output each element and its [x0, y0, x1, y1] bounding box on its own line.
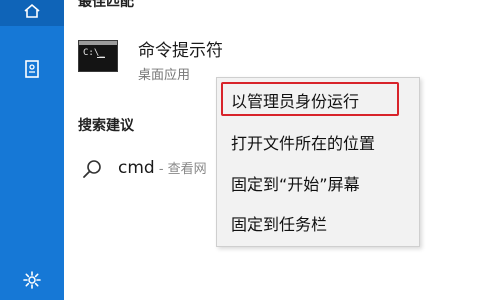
settings-button[interactable]: [0, 264, 64, 300]
start-left-rail: [0, 0, 64, 300]
gear-icon: [22, 270, 42, 294]
home-icon: [23, 3, 41, 23]
start-menu-search: 最佳匹配 C:\_ 命令提示符 桌面应用 搜索建议 cmd - 查看网 以管理员…: [0, 0, 480, 300]
menu-item-pin-to-taskbar[interactable]: 固定到任务栏: [231, 211, 327, 235]
documents-button[interactable]: [0, 46, 64, 96]
app-name: 命令提示符: [138, 41, 223, 61]
suggestion-hint: - 查看网: [154, 162, 207, 177]
command-prompt-icon: C:\_: [78, 40, 118, 72]
best-match-heading: 最佳匹配: [78, 0, 134, 10]
documents-icon: [24, 59, 40, 83]
context-menu: 以管理员身份运行 打开文件所在的位置 固定到“开始”屏幕 固定到任务栏: [216, 77, 420, 247]
suggestion-text: cmd - 查看网: [118, 158, 207, 178]
search-icon: [82, 158, 106, 182]
menu-item-open-file-location[interactable]: 打开文件所在的位置: [231, 130, 375, 154]
search-suggestions-heading: 搜索建议: [78, 118, 134, 134]
app-type: 桌面应用: [138, 68, 191, 83]
suggestion-query: cmd: [118, 158, 155, 178]
menu-item-pin-to-start[interactable]: 固定到“开始”屏幕: [231, 171, 360, 195]
home-button[interactable]: [0, 0, 64, 26]
menu-item-run-as-admin[interactable]: 以管理员身份运行: [231, 88, 359, 112]
